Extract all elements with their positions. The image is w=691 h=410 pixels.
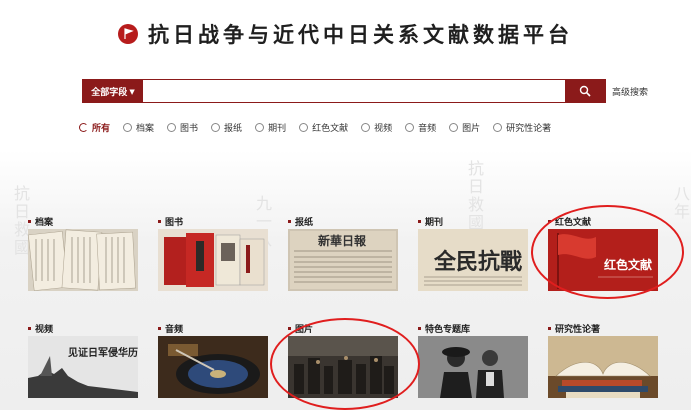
- category-card-newspapers[interactable]: 报纸 新華日報: [288, 215, 398, 291]
- bullet-icon: [28, 326, 31, 330]
- category-label: 研究性论著: [555, 324, 601, 335]
- chevron-down-icon: ▼: [129, 86, 135, 96]
- filter-journals[interactable]: 期刊: [255, 121, 286, 134]
- bullet-icon: [28, 219, 31, 223]
- filter-video[interactable]: 视频: [361, 121, 392, 134]
- bullet-icon: [418, 219, 421, 223]
- radio-icon: [449, 122, 459, 132]
- category-card-research[interactable]: 研究性论著: [548, 322, 658, 398]
- radio-icon: [255, 122, 265, 132]
- filter-radio-group: 所有 档案 图书 报纸 期刊 红色文献 视频 音频 图片 研究性论著: [79, 120, 564, 134]
- filter-red-documents[interactable]: 红色文献: [299, 121, 348, 134]
- search-input[interactable]: [143, 80, 565, 102]
- archives-thumbnail: [28, 229, 138, 291]
- bullet-icon: [548, 326, 551, 330]
- filter-books[interactable]: 图书: [167, 121, 198, 134]
- video-thumbnail: 见证日军侵华历史: [28, 336, 138, 398]
- category-card-journals[interactable]: 期刊 全民抗戰: [418, 215, 528, 291]
- svg-text:全民抗戰: 全民抗戰: [433, 249, 522, 275]
- search-bar: 全部字段 ▼: [82, 79, 606, 103]
- bullet-icon: [158, 326, 161, 330]
- audio-thumbnail: [158, 336, 268, 398]
- category-label: 音频: [165, 324, 184, 335]
- bullet-icon: [288, 326, 291, 330]
- category-label: 特色专题库: [425, 324, 471, 335]
- category-label: 视频: [35, 324, 54, 335]
- svg-text:新華日報: 新華日報: [318, 233, 367, 248]
- radio-icon: [493, 122, 503, 132]
- bullet-icon: [288, 219, 291, 223]
- category-label: 期刊: [425, 217, 444, 228]
- research-thumbnail: [548, 336, 658, 398]
- category-label: 图书: [165, 217, 184, 228]
- category-card-audio[interactable]: 音频: [158, 322, 268, 398]
- category-card-archives[interactable]: 档案: [28, 215, 138, 291]
- page-header: 抗日战争与近代中日关系文献数据平台: [0, 14, 691, 54]
- newspapers-thumbnail: 新華日報: [288, 229, 398, 291]
- annotation-circle: [531, 205, 684, 299]
- filter-research[interactable]: 研究性论著: [493, 121, 551, 134]
- journals-thumbnail: 全民抗戰: [418, 229, 528, 291]
- radio-icon: [361, 122, 371, 132]
- filter-newspapers[interactable]: 报纸: [211, 121, 242, 134]
- advanced-search-link[interactable]: 高级搜索: [612, 85, 648, 98]
- category-card-books[interactable]: 图书: [158, 215, 268, 291]
- search-scope-label: 全部字段: [91, 87, 128, 98]
- category-label: 档案: [35, 217, 54, 228]
- filter-archives[interactable]: 档案: [123, 121, 154, 134]
- radio-icon: [79, 122, 88, 132]
- radio-icon: [167, 122, 177, 132]
- annotation-circle: [270, 318, 420, 410]
- radio-icon: [405, 122, 415, 132]
- filter-audio[interactable]: 音频: [405, 121, 436, 134]
- search-scope-dropdown[interactable]: 全部字段 ▼: [83, 80, 143, 102]
- bullet-icon: [418, 326, 421, 330]
- search-button[interactable]: [565, 80, 605, 102]
- radio-icon: [299, 122, 309, 132]
- books-thumbnail: [158, 229, 268, 291]
- flag-logo-icon: [118, 24, 138, 44]
- bullet-icon: [158, 219, 161, 223]
- category-label: 报纸: [295, 217, 314, 228]
- background-glyph: 八年: [671, 185, 690, 221]
- radio-icon: [123, 122, 133, 132]
- filter-pictures[interactable]: 图片: [449, 121, 480, 134]
- filter-all[interactable]: 所有: [79, 121, 110, 134]
- page-title: 抗日战争与近代中日关系文献数据平台: [148, 22, 573, 47]
- category-card-special-topics[interactable]: 特色专题库: [418, 322, 528, 398]
- svg-text:见证日军侵华历史: 见证日军侵华历史: [68, 346, 138, 359]
- search-icon: [579, 85, 591, 97]
- radio-icon: [211, 122, 221, 132]
- category-card-video[interactable]: 视频 见证日军侵华历史: [28, 322, 138, 398]
- special-topics-thumbnail: [418, 336, 528, 398]
